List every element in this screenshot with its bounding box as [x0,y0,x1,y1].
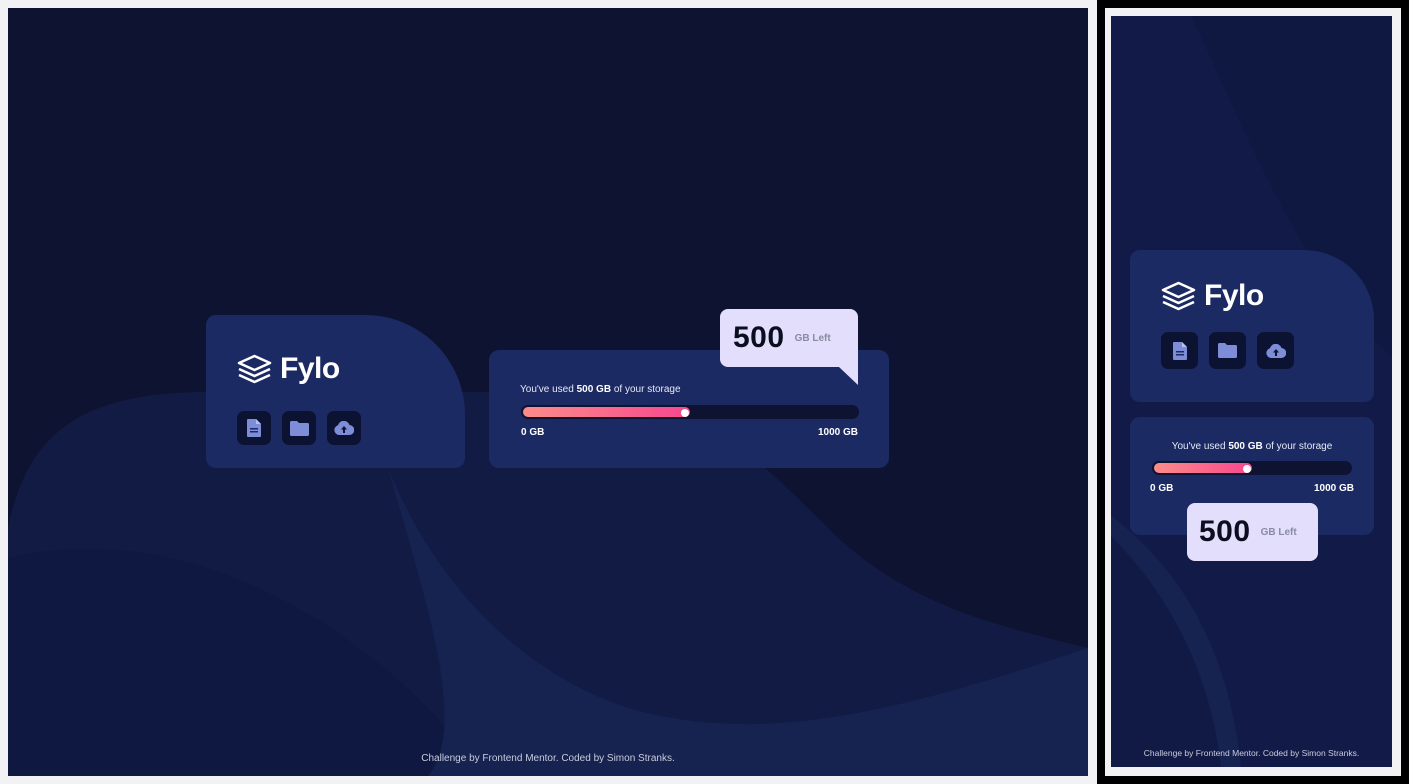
remaining-value: 500 [733,321,785,354]
mobile-scale-max-label: 1000 GB [1313,483,1354,494]
brand-name: Fylo [280,352,340,385]
usage-prefix: You've used [520,384,574,395]
desktop-preview: Fylo You've used 500 GB of your storage … [8,8,1088,776]
mobile-preview-border: Fylo You've used 500 GB of your storage … [1105,8,1401,776]
usage-amount: 500 GB [576,384,612,395]
remaining-value: 500 [1199,515,1251,548]
scale-max-label: 1000 GB [817,427,858,438]
remaining-storage-callout: 500 GB Left [720,309,858,367]
mobile-usage-summary: You've used 500 GB of your storage [1130,441,1374,452]
mobile-action-icons [1161,332,1305,369]
layers-icon [1161,281,1196,311]
fylo-logo: Fylo [237,352,340,386]
usage-prefix: You've used [1171,441,1226,452]
mobile-remaining-storage-callout: 500 GB Left [1187,503,1318,561]
usage-summary: You've used 500 GB of your storage [520,384,681,395]
storage-usage-card: You've used 500 GB of your storage 0 GB … [489,350,889,468]
callout-tail [839,367,858,385]
mobile-folder-button[interactable] [1209,332,1246,369]
action-icons [237,411,372,445]
upload-icon [334,421,354,435]
layers-icon [237,354,272,384]
storage-progress-fill [523,407,690,417]
mobile-preview-frame: Fylo You've used 500 GB of your storage … [1097,0,1409,784]
mobile-document-button[interactable] [1161,332,1198,369]
mobile-scale-min-label: 0 GB [1150,483,1174,494]
document-icon [247,419,261,437]
folder-button[interactable] [282,411,316,445]
upload-button[interactable] [327,411,361,445]
mobile-attribution-text: Challenge by Frontend Mentor. Coded by S… [1143,748,1360,758]
folder-icon [1218,343,1237,358]
usage-suffix: of your storage [1265,441,1333,452]
upload-icon [1265,343,1286,358]
mobile-preview: Fylo You've used 500 GB of your storage … [1111,16,1392,767]
mobile-upload-button[interactable] [1257,332,1294,369]
progress-knob [681,409,689,417]
storage-progress-bar [521,405,859,419]
usage-suffix: of your storage [613,384,681,395]
mobile-brand-name: Fylo [1204,279,1264,312]
mobile-storage-progress-fill [1154,463,1252,473]
folder-icon [289,420,309,436]
mobile-fylo-logo: Fylo [1161,279,1264,313]
scale-min-label: 0 GB [521,427,545,438]
logo-card: Fylo [206,315,465,468]
document-button[interactable] [237,411,271,445]
progress-knob [1243,465,1251,473]
remaining-unit: GB Left [794,332,831,344]
remaining-unit: GB Left [1260,526,1297,538]
mobile-storage-progress-bar [1152,461,1352,475]
mobile-logo-card: Fylo [1130,250,1374,402]
attribution-text: Challenge by Frontend Mentor. Coded by S… [421,753,675,764]
document-icon [1172,341,1187,360]
usage-amount: 500 GB [1228,441,1263,452]
